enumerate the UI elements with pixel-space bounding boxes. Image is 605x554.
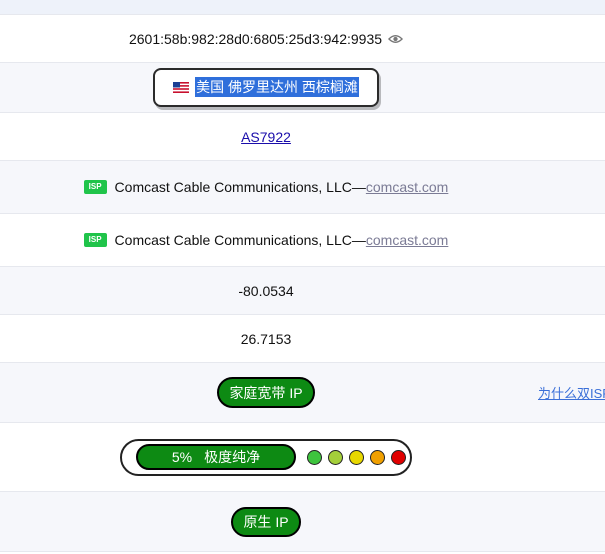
risk-dots	[307, 449, 406, 465]
purity-bar: 5% 极度纯净	[136, 444, 296, 470]
purity-status: 极度纯净	[204, 449, 261, 465]
isp-tag: ISP	[83, 180, 107, 194]
longitude-row: -80.0534	[0, 266, 605, 314]
latitude-row: 26.7153	[0, 314, 605, 362]
org-row: ISP Comcast Cable Communications, LLC— c…	[0, 213, 605, 266]
risk-dot	[391, 449, 406, 465]
native-ip-badge: 原生 IP	[231, 506, 301, 537]
purity-row: 5% 极度纯净	[0, 422, 605, 491]
longitude-value: -80.0534	[238, 282, 294, 299]
why-dual-isp-link[interactable]: 为什么双ISP?	[538, 363, 605, 422]
location-text: 美国 佛罗里达州 西棕榈滩	[195, 77, 359, 97]
ip-row: 2601:58b:982:28d0:6805:25d3:942:9935	[0, 14, 605, 62]
isp-name: Comcast Cable Communications, LLC—	[114, 179, 366, 195]
us-flag-icon	[173, 81, 190, 93]
native-row: 原生 IP	[0, 491, 605, 551]
isp-row: ISP Comcast Cable Communications, LLC— c…	[0, 160, 605, 213]
ip-address: 2601:58b:982:28d0:6805:25d3:942:9935	[128, 30, 383, 47]
home-broadband-badge: 家庭宽带 IP	[217, 377, 315, 408]
risk-dot	[328, 449, 343, 465]
location-row: 美国 佛罗里达州 西棕榈滩	[0, 62, 605, 112]
latitude-value: 26.7153	[240, 330, 292, 347]
asn-link[interactable]: AS7922	[241, 129, 291, 145]
purity-percent: 5%	[171, 449, 193, 465]
asn-row: AS7922	[0, 112, 605, 160]
top-strip	[0, 0, 605, 14]
risk-dot	[370, 449, 385, 465]
isp-name: Comcast Cable Communications, LLC—	[114, 232, 366, 248]
eye-icon[interactable]	[388, 34, 404, 44]
type-row: 家庭宽带 IP 为什么双ISP?	[0, 362, 605, 422]
isp-domain-link[interactable]: comcast.com	[366, 232, 448, 248]
risk-dot	[307, 449, 322, 465]
purity-indicator: 5% 极度纯净	[120, 438, 412, 476]
isp-domain-link[interactable]: comcast.com	[366, 179, 448, 195]
location-pill: 美国 佛罗里达州 西棕榈滩	[153, 68, 379, 107]
risk-dot	[349, 449, 364, 465]
isp-tag: ISP	[83, 233, 107, 247]
